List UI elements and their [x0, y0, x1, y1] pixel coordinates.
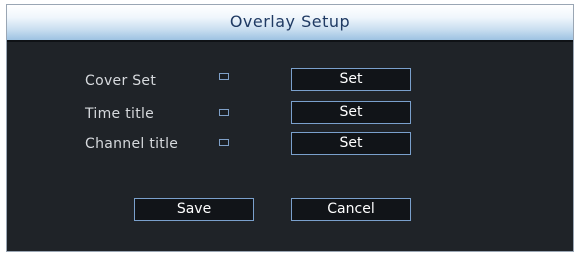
time-title-checkbox[interactable] — [219, 109, 229, 116]
cover-set-button[interactable]: Set — [291, 68, 411, 91]
dialog-title: Overlay Setup — [229, 12, 351, 31]
overlay-setup-dialog: Overlay Setup Cover Set Set Time title S… — [6, 4, 574, 252]
cover-set-checkbox[interactable] — [219, 73, 229, 80]
time-title-label: Time title — [85, 106, 155, 122]
cover-set-label: Cover Set — [85, 73, 157, 89]
cancel-button[interactable]: Cancel — [291, 198, 411, 221]
channel-title-checkbox[interactable] — [219, 139, 229, 146]
save-button[interactable]: Save — [134, 198, 254, 221]
title-bar: Overlay Setup — [7, 5, 573, 42]
time-title-set-button[interactable]: Set — [291, 101, 411, 124]
channel-title-label: Channel title — [85, 136, 179, 152]
channel-title-set-button[interactable]: Set — [291, 132, 411, 155]
